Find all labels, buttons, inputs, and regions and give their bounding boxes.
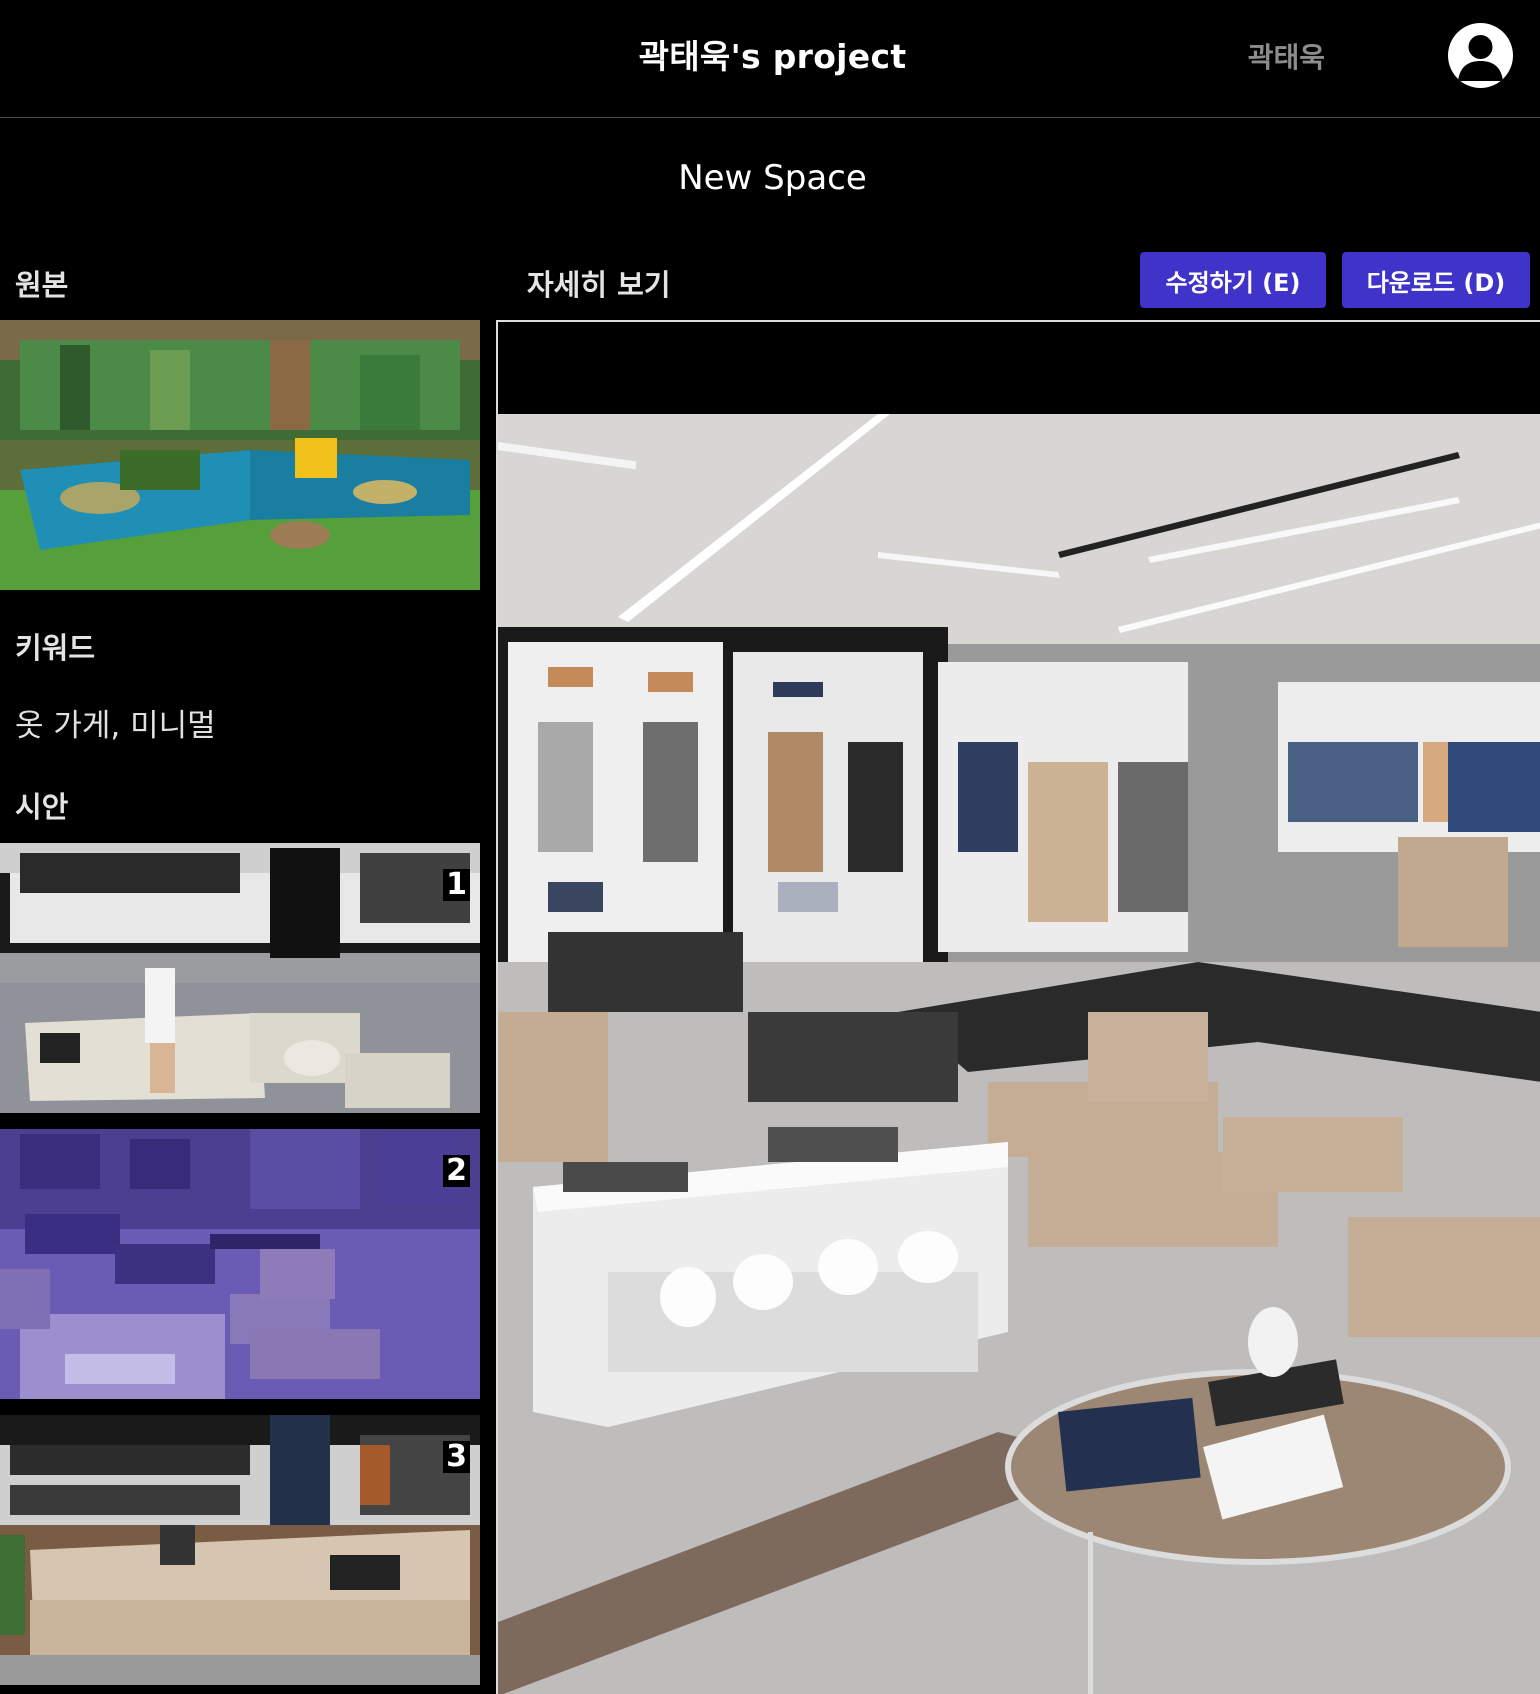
- keywords-label: 키워드: [15, 631, 96, 665]
- drafts-label: 시안: [15, 790, 69, 824]
- draft-thumbnail-3[interactable]: 3: [0, 1415, 480, 1685]
- keywords-value: 옷 가게, 미니멀: [15, 708, 216, 744]
- space-title: New Space: [678, 158, 867, 198]
- detail-label: 자세히 보기: [527, 268, 671, 302]
- original-label: 원본: [15, 268, 69, 302]
- original-image: [0, 320, 480, 590]
- edit-button[interactable]: 수정하기 (E): [1140, 252, 1326, 308]
- draft-thumbnail-1[interactable]: 1: [0, 843, 480, 1113]
- top-header: 곽태욱's project 곽태욱: [0, 0, 1540, 118]
- detail-image: [496, 320, 1540, 1694]
- draft-number-badge: 2: [443, 1155, 470, 1187]
- user-name[interactable]: 곽태욱: [1248, 36, 1325, 76]
- draft-thumbnail-2[interactable]: 2: [0, 1129, 480, 1399]
- draft-number-badge: 1: [443, 869, 470, 901]
- draft-number-badge: 3: [443, 1441, 470, 1473]
- user-avatar-icon[interactable]: [1448, 23, 1513, 88]
- download-button[interactable]: 다운로드 (D): [1342, 252, 1530, 308]
